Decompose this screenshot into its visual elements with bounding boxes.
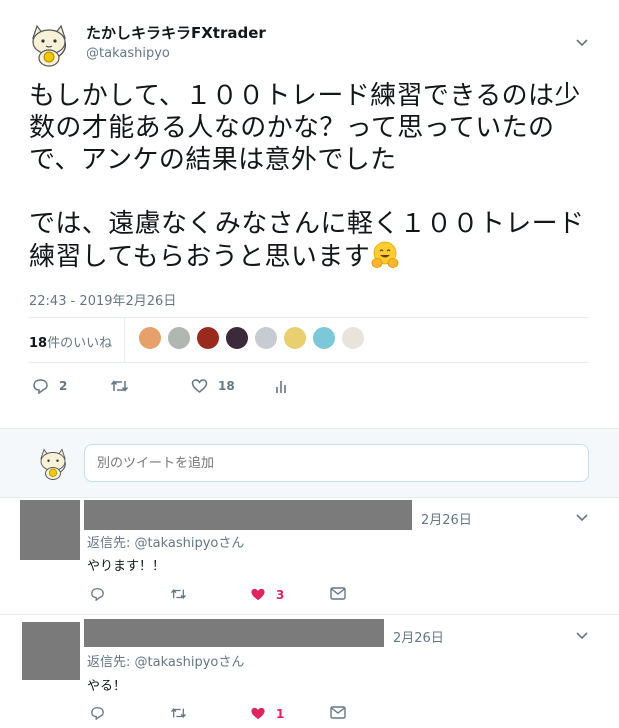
like-button[interactable]: 18: [191, 378, 235, 394]
liker-avatar[interactable]: [226, 327, 248, 349]
retweet-icon: [170, 589, 187, 599]
tweet-text: もしかして、１００トレード練習できるのは少数の才能ある人なのかな？って思っていた…: [29, 80, 599, 273]
reply-tweet: 2月26日 返信先: @takashipyoさん やる！ 1: [0, 615, 619, 728]
direct-message-button[interactable]: [330, 587, 356, 600]
direct-message-button[interactable]: [330, 706, 356, 719]
reply-actions: 3: [90, 587, 390, 605]
compose-area: [0, 428, 619, 498]
like-count: 3: [276, 587, 285, 602]
liker-avatar[interactable]: [284, 327, 306, 349]
liker-avatar[interactable]: [313, 327, 335, 349]
analytics-icon: [276, 381, 286, 393]
retweet-icon: [170, 708, 187, 718]
display-name[interactable]: たかしキラキラFXtrader: [86, 22, 266, 43]
likers-list: [139, 327, 371, 349]
retweet-button[interactable]: [170, 706, 197, 720]
reply-to: 返信先: @takashipyoさん: [87, 532, 244, 551]
reply-to-suffix: さん: [218, 536, 245, 551]
retweet-button[interactable]: [110, 378, 139, 394]
like-button[interactable]: 3: [250, 587, 284, 602]
reply-to-label: 返信先:: [87, 655, 135, 670]
compose-input[interactable]: [84, 444, 589, 482]
divider: [124, 318, 125, 362]
tweet-body: もしかして、１００トレード練習できるのは少数の才能ある人なのかな？って思っていた…: [29, 81, 585, 272]
reply-icon: [91, 588, 104, 601]
reply-to: 返信先: @takashipyoさん: [87, 651, 244, 670]
reply-actions: 1: [90, 706, 390, 724]
divider: [29, 317, 589, 318]
reply-text: やる！: [87, 679, 127, 694]
avatar[interactable]: [35, 445, 71, 481]
likes-count-label: 件のいいね: [47, 336, 113, 351]
reply-button[interactable]: [90, 706, 115, 720]
reply-to-handle[interactable]: @takashipyo: [135, 536, 219, 551]
avatar[interactable]: [25, 20, 73, 68]
main-tweet: たかしキラキラFXtrader @takashipyo もしかして、１００トレー…: [0, 0, 619, 428]
liker-avatar[interactable]: [342, 327, 364, 349]
heart-icon: [191, 379, 208, 393]
chevron-down-icon[interactable]: [575, 36, 589, 50]
reply-button[interactable]: 2: [32, 378, 67, 394]
heart-icon: [251, 588, 265, 601]
reply-date[interactable]: 2月26日: [393, 627, 444, 646]
reply-icon: [33, 379, 48, 394]
like-count: 18: [218, 379, 235, 393]
avatar[interactable]: [22, 622, 80, 680]
likes-count-number: 18: [29, 336, 48, 351]
like-count: 1: [276, 706, 285, 721]
liker-avatar[interactable]: [168, 327, 190, 349]
avatar[interactable]: [20, 500, 80, 560]
heart-icon: [251, 707, 265, 720]
reply-date[interactable]: 2月26日: [421, 509, 472, 528]
reply-count: 2: [59, 379, 68, 393]
reply-to-label: 返信先:: [87, 536, 135, 551]
username[interactable]: @takashipyo: [86, 46, 170, 61]
envelope-icon: [330, 706, 346, 719]
divider: [29, 362, 589, 363]
envelope-icon: [330, 587, 346, 600]
hugging-face-icon: [371, 241, 399, 268]
timestamp[interactable]: 22:43 - 2019年2月26日: [29, 290, 176, 309]
tweet-actions: 2 18: [29, 378, 329, 398]
reply-text: やります！！: [87, 559, 166, 574]
reply-button[interactable]: [90, 587, 115, 601]
redacted-name: [84, 500, 412, 530]
retweet-icon: [110, 380, 129, 392]
liker-avatar[interactable]: [197, 327, 219, 349]
redacted-name: [84, 619, 384, 647]
analytics-button[interactable]: [274, 378, 298, 394]
reply-icon: [91, 707, 104, 720]
chevron-down-icon[interactable]: [575, 511, 589, 525]
like-button[interactable]: 1: [250, 706, 284, 721]
reply-tweet: 2月26日 返信先: @takashipyoさん やります！！ 3: [0, 498, 619, 615]
liker-avatar[interactable]: [255, 327, 277, 349]
retweet-button[interactable]: [170, 587, 197, 601]
chevron-down-icon[interactable]: [575, 629, 589, 643]
reply-to-suffix: さん: [218, 655, 245, 670]
reply-to-handle[interactable]: @takashipyo: [135, 655, 219, 670]
likes-count[interactable]: 18件のいいね: [29, 332, 112, 351]
liker-avatar[interactable]: [139, 327, 161, 349]
